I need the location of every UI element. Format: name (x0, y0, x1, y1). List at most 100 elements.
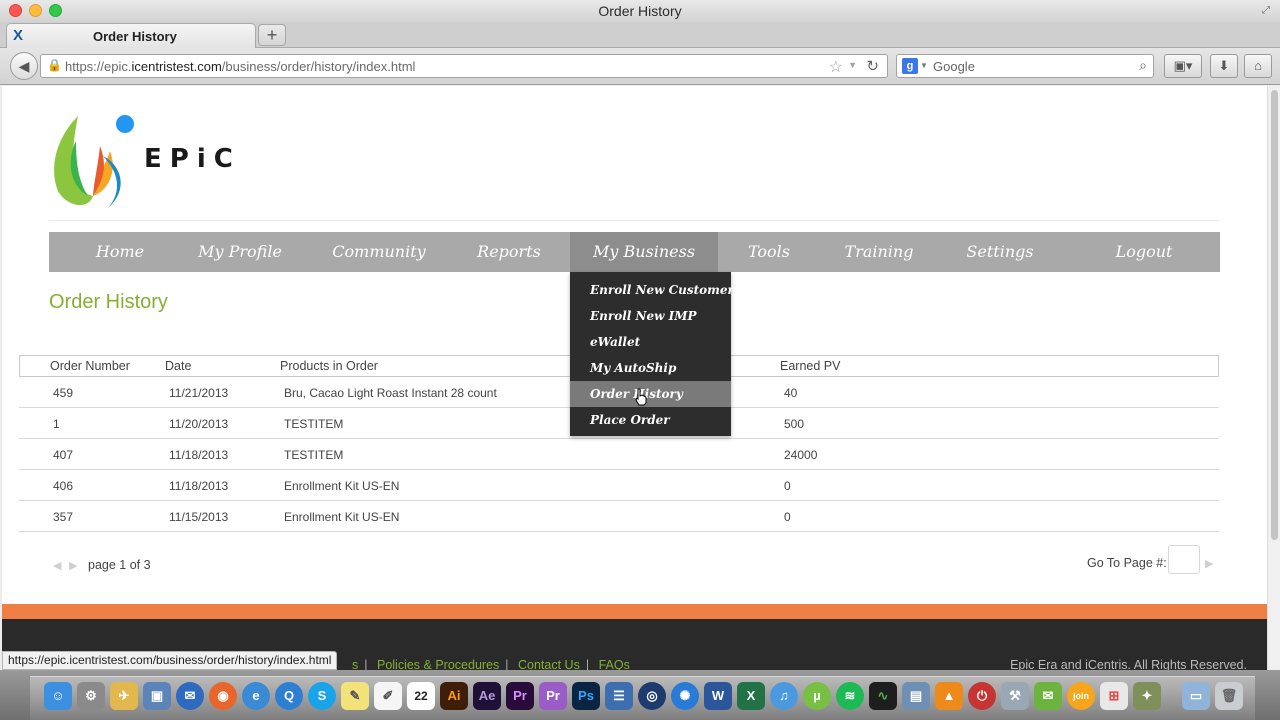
nav-community[interactable]: Community (329, 232, 429, 272)
cell-earned-pv: 0 (784, 510, 791, 524)
footer-link-contact[interactable]: Contact Us (518, 658, 580, 670)
dropdown-ewallet[interactable]: eWallet (570, 329, 731, 355)
quit-icon[interactable]: ⏻ (968, 682, 996, 710)
header-products[interactable]: Products in Order (280, 359, 378, 373)
scrollbar-thumb[interactable] (1271, 90, 1278, 540)
header-order-number[interactable]: Order Number (50, 359, 130, 373)
premiere-icon[interactable]: Pr (506, 682, 534, 710)
vlc-icon[interactable]: ▲ (935, 682, 963, 710)
back-button[interactable]: ◀ (10, 52, 38, 80)
system-prefs-icon[interactable]: ⚙ (77, 682, 105, 710)
word-icon[interactable]: W (704, 682, 732, 710)
prev-page-icon[interactable]: ◀ (53, 559, 61, 572)
home-button[interactable]: ⌂ (1244, 54, 1272, 78)
finder-icon[interactable]: ☺ (44, 682, 72, 710)
cell-date: 11/18/2013 (169, 448, 229, 462)
excel-icon[interactable]: X (737, 682, 765, 710)
dropdown-my-autoship[interactable]: My AutoShip (570, 355, 731, 381)
goto-page-input[interactable] (1168, 545, 1200, 574)
google-engine-icon[interactable]: g (902, 58, 918, 74)
header-earned-pv[interactable]: Earned PV (780, 359, 840, 373)
footer-link-policies[interactable]: Policies & Procedures (377, 658, 499, 670)
url-history-dropdown-icon[interactable]: ▼ (848, 60, 857, 70)
cell-earned-pv: 24000 (784, 448, 818, 462)
tool-icon[interactable]: ⚒ (1001, 682, 1029, 710)
bookmarks-icon: ▣▾ (1173, 58, 1193, 73)
folder-icon[interactable]: ▭ (1182, 682, 1210, 710)
after-effects-icon[interactable]: Ae (473, 682, 501, 710)
cell-date: 11/21/2013 (169, 386, 229, 400)
reload-icon[interactable]: ↻ (866, 57, 879, 75)
nav-my-profile[interactable]: My Profile (194, 232, 286, 272)
nav-logout[interactable]: Logout (1109, 232, 1179, 272)
dropdown-place-order[interactable]: Place Order (570, 407, 731, 433)
preview-icon[interactable]: ▤ (902, 682, 930, 710)
stickies-icon[interactable]: ✎ (341, 682, 369, 710)
quicktime-icon[interactable]: Q (275, 682, 303, 710)
footer-link-partial[interactable]: s (352, 658, 358, 670)
search-icon[interactable]: ⌕ (1139, 57, 1147, 74)
fullscreen-icon[interactable]: ⤢ (1260, 5, 1272, 17)
tab-order-history[interactable]: X Order History (6, 23, 256, 48)
photo-icon[interactable]: ▣ (143, 682, 171, 710)
firefox-icon[interactable]: ◉ (209, 682, 237, 710)
prelude-icon[interactable]: Pr (539, 682, 567, 710)
nav-training[interactable]: Training (839, 232, 919, 272)
dashcode-icon[interactable]: ✦ (1133, 682, 1161, 710)
itunes-icon[interactable]: ♫ (770, 682, 798, 710)
ebook-icon[interactable]: ☰ (605, 682, 633, 710)
cinema-icon[interactable]: ◎ (638, 682, 666, 710)
search-input[interactable]: Google (933, 59, 975, 74)
globe-icon[interactable]: ✺ (671, 682, 699, 710)
minimize-window-icon[interactable] (29, 4, 42, 17)
activity-monitor-icon[interactable]: ∿ (869, 682, 897, 710)
zoom-window-icon[interactable] (49, 4, 62, 17)
photoshop-icon[interactable]: Ps (572, 682, 600, 710)
cell-order-number: 406 (53, 479, 74, 493)
utorrent-icon[interactable]: µ (803, 682, 831, 710)
illustrator-icon[interactable]: Ai (440, 682, 468, 710)
tab-title: Order History (93, 29, 177, 44)
browser-toolbar: ◀ 🔒 https://epic.icentristest.com/busine… (0, 48, 1280, 85)
nav-my-business[interactable]: My Business (570, 232, 718, 272)
page-scrollbar[interactable] (1267, 86, 1280, 670)
dropdown-enroll-new-customer[interactable]: Enroll New Customer (570, 277, 734, 303)
nav-home[interactable]: Home (89, 232, 151, 272)
new-tab-button[interactable]: + (258, 24, 286, 46)
home-icon: ⌂ (1254, 58, 1262, 73)
nav-reports[interactable]: Reports (474, 232, 544, 272)
trash-icon[interactable]: 🗑 (1215, 682, 1243, 710)
bookmark-star-icon[interactable]: ☆ (829, 57, 843, 77)
address-bar[interactable]: 🔒 https://epic.icentristest.com/business… (40, 54, 888, 78)
footer-link-faqs[interactable]: FAQs (599, 658, 630, 670)
chat-icon[interactable]: ✉ (1034, 682, 1062, 710)
calendar-icon[interactable]: 22 (407, 682, 435, 710)
table-row[interactable]: 357 11/15/2013 Enrollment Kit US-EN 0 (19, 501, 1219, 532)
dropdown-enroll-new-imp[interactable]: Enroll New IMP (570, 303, 731, 329)
textedit-icon[interactable]: ✐ (374, 682, 402, 710)
skype-icon[interactable]: S (308, 682, 336, 710)
close-window-icon[interactable] (9, 4, 22, 17)
status-bar-url: https://epic.icentristest.com/business/o… (2, 651, 338, 670)
mail-bird-icon[interactable]: ✈ (110, 682, 138, 710)
bookmarks-button[interactable]: ▣▾ (1164, 54, 1202, 78)
cell-date: 11/15/2013 (169, 510, 229, 524)
nav-settings[interactable]: Settings (963, 232, 1037, 272)
cell-date: 11/20/2013 (169, 417, 229, 431)
spotify-icon[interactable]: ≋ (836, 682, 864, 710)
next-page-icon[interactable]: ▶ (69, 559, 77, 572)
downloads-button[interactable]: ⬇ (1210, 54, 1238, 78)
engine-dropdown-icon[interactable]: ▼ (920, 61, 928, 70)
windows-icon[interactable]: ⊞ (1100, 682, 1128, 710)
thunderbird-icon[interactable]: ✉ (176, 682, 204, 710)
join-me-icon[interactable]: join (1067, 682, 1095, 710)
dropdown-order-history[interactable]: Order History (570, 381, 731, 407)
goto-page-arrow-icon[interactable]: ▶ (1205, 557, 1213, 570)
table-row[interactable]: 406 11/18/2013 Enrollment Kit US-EN 0 (19, 470, 1219, 501)
header-date[interactable]: Date (165, 359, 191, 373)
table-row[interactable]: 407 11/18/2013 TESTITEM 24000 (19, 439, 1219, 470)
search-bar[interactable]: g ▼ Google ⌕ (896, 54, 1154, 78)
ie-icon[interactable]: e (242, 682, 270, 710)
epic-logo[interactable]: EPiC (48, 96, 248, 214)
nav-tools[interactable]: Tools (739, 232, 799, 272)
